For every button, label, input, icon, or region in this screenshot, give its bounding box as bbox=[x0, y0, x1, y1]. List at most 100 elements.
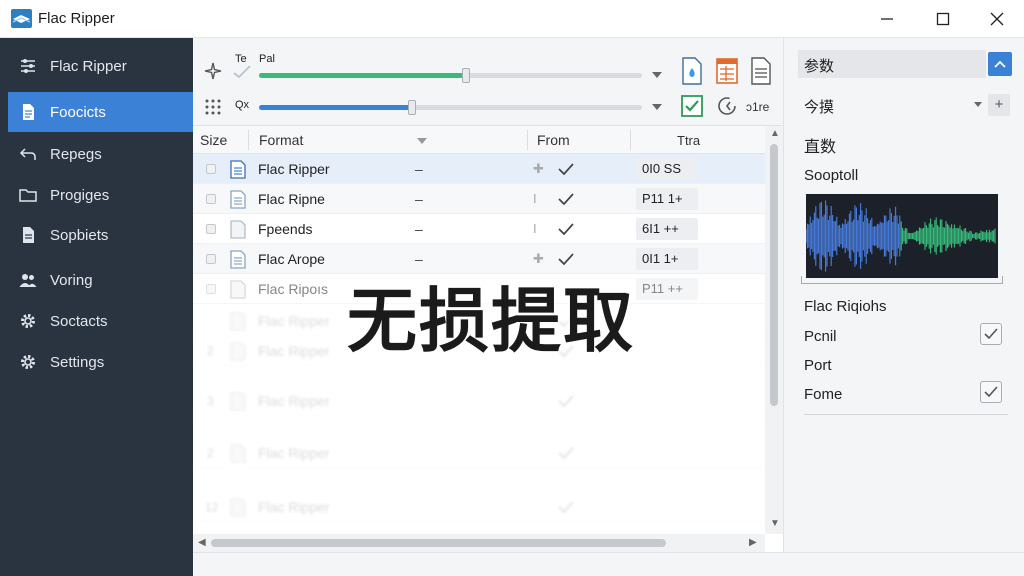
sidebar-item-settings[interactable]: Settings bbox=[8, 342, 193, 382]
sidebar-item-label: Progiges bbox=[50, 186, 110, 204]
option-checkbox[interactable] bbox=[980, 381, 1002, 403]
row-name: Flac Ripper bbox=[258, 393, 330, 409]
option-label: Pcnil bbox=[804, 328, 837, 345]
add-button[interactable]: + bbox=[988, 94, 1010, 116]
row-number: 12 bbox=[205, 500, 219, 514]
blank-file-icon bbox=[230, 220, 246, 239]
back-arrow-icon bbox=[18, 144, 38, 164]
maximize-button[interactable] bbox=[920, 4, 966, 34]
notes-button[interactable] bbox=[748, 56, 774, 86]
table-row[interactable]: 3 Flac Ripper bbox=[193, 386, 765, 416]
scroll-up-icon[interactable]: ▲ bbox=[770, 128, 780, 139]
row-checkbox[interactable] bbox=[206, 254, 216, 264]
flac-file-icon bbox=[230, 250, 246, 269]
chevron-down-icon[interactable] bbox=[652, 104, 662, 110]
refresh-icon bbox=[718, 97, 736, 115]
chevron-down-icon[interactable] bbox=[652, 72, 662, 78]
overlay-caption: 无损提取 bbox=[347, 280, 635, 362]
page-icon bbox=[18, 225, 38, 245]
scroll-left-icon[interactable]: ◀ bbox=[198, 537, 206, 548]
waveform-scale bbox=[801, 276, 1003, 284]
chevron-down-icon[interactable] bbox=[974, 102, 982, 107]
sidebar-item-label: Voring bbox=[50, 271, 93, 289]
collapse-button[interactable] bbox=[988, 52, 1012, 76]
spreadsheet-button[interactable] bbox=[714, 56, 740, 86]
sidebar-item-flac-ripper[interactable]: Flac Ripper bbox=[8, 46, 193, 86]
waveform-view[interactable] bbox=[806, 194, 998, 278]
maximize-icon bbox=[936, 12, 950, 26]
row-format: – bbox=[415, 221, 423, 237]
option-label: Port bbox=[804, 357, 832, 374]
column-header-extra[interactable]: Ttra bbox=[677, 133, 700, 148]
row-name: Flac Ripper bbox=[258, 343, 330, 359]
table-row[interactable]: Flac Ripne – I P11 1+ bbox=[193, 184, 765, 214]
window-title: Flac Ripper bbox=[38, 10, 115, 27]
scroll-down-icon[interactable]: ▼ bbox=[770, 518, 780, 529]
sidebar-item-label: Flac Ripper bbox=[50, 57, 127, 75]
column-divider[interactable] bbox=[248, 130, 249, 150]
sidebar-item-voring[interactable]: Voring bbox=[8, 260, 193, 300]
panel-header: 参数 bbox=[798, 50, 986, 78]
sidebar-item-label: Sopbiets bbox=[50, 226, 109, 244]
row-checkbox[interactable] bbox=[206, 284, 216, 294]
column-divider[interactable] bbox=[527, 130, 528, 150]
blank-file-icon bbox=[230, 280, 246, 299]
blue-slider-thumb[interactable] bbox=[408, 100, 416, 115]
check-mark-icon bbox=[984, 386, 998, 398]
table-row[interactable]: 2 Flac Ripper bbox=[193, 438, 765, 468]
column-header-size[interactable]: Size bbox=[200, 132, 227, 148]
vertical-scroll-thumb[interactable] bbox=[770, 144, 778, 406]
horizontal-scroll-thumb[interactable] bbox=[211, 539, 666, 547]
sidebar-item-label: Foocicts bbox=[50, 103, 106, 121]
check-mark-icon bbox=[558, 223, 574, 236]
table-row[interactable]: Fpeends – I 6I1 ++ bbox=[193, 214, 765, 244]
column-header-from[interactable]: From bbox=[537, 132, 570, 148]
source-pin-icon: ✚ bbox=[533, 161, 544, 176]
table-row[interactable]: Flac Arope – ✚ 0I1 1+ bbox=[193, 244, 765, 274]
horizontal-scrollbar[interactable]: ◀ ▶ bbox=[193, 534, 765, 552]
spreadsheet-icon bbox=[716, 58, 738, 84]
refresh-button[interactable] bbox=[714, 91, 740, 121]
sidebar-item-label: Repegs bbox=[50, 145, 102, 163]
row-checkbox[interactable] bbox=[206, 194, 216, 204]
properties-panel: 参数 今摸 + 直数 Sooptoll Flac Riqiohs Pcnil P… bbox=[783, 38, 1024, 552]
scroll-right-icon[interactable]: ▶ bbox=[749, 537, 757, 548]
table-row[interactable]: 12 Flac Ripper bbox=[193, 492, 765, 522]
drop-file-button[interactable] bbox=[679, 56, 705, 86]
close-button[interactable] bbox=[974, 4, 1020, 34]
blank-file-icon bbox=[230, 392, 246, 411]
row-number: 3 bbox=[207, 394, 214, 408]
check-mark-icon bbox=[558, 395, 574, 408]
row-number: 2 bbox=[207, 344, 214, 358]
sidebar-item-sopbiets[interactable]: Sopbiets bbox=[8, 215, 193, 255]
gear-icon bbox=[18, 311, 38, 331]
green-slider-thumb[interactable] bbox=[462, 68, 470, 83]
sidebar: Flac Ripper Foocicts Repegs Progiges Sop… bbox=[0, 38, 193, 576]
sliders-icon bbox=[18, 56, 38, 76]
app-logo-icon bbox=[11, 9, 32, 28]
option-checkbox[interactable] bbox=[980, 323, 1002, 345]
magic-wand-icon[interactable] bbox=[203, 61, 223, 81]
sidebar-item-progiges[interactable]: Progiges bbox=[8, 175, 193, 215]
minimize-button[interactable] bbox=[864, 4, 910, 34]
grid-dots-icon[interactable] bbox=[203, 97, 223, 117]
sidebar-item-foocicts[interactable]: Foocicts bbox=[8, 92, 193, 132]
vertical-scrollbar[interactable]: ▲ ▼ bbox=[765, 126, 783, 534]
column-header-format[interactable]: Format bbox=[259, 132, 303, 148]
column-divider[interactable] bbox=[630, 130, 631, 150]
table-row[interactable]: Flac Ripper – ✚ 0I0 SS bbox=[193, 154, 765, 184]
green-slider-fill bbox=[259, 73, 466, 78]
row-checkbox[interactable] bbox=[206, 164, 216, 174]
check-mark-icon bbox=[558, 163, 574, 176]
sidebar-item-label: Soctacts bbox=[50, 312, 108, 330]
sidebar-item-soctacts[interactable]: Soctacts bbox=[8, 301, 193, 341]
row-checkbox[interactable] bbox=[206, 224, 216, 234]
blank-file-icon bbox=[230, 444, 246, 463]
sidebar-item-repegs[interactable]: Repegs bbox=[8, 134, 193, 174]
green-slider-track[interactable] bbox=[259, 73, 642, 78]
sort-arrow-icon[interactable] bbox=[417, 138, 427, 144]
divider bbox=[804, 414, 1008, 415]
row-extra: 6I1 ++ bbox=[636, 218, 698, 240]
confirm-button[interactable] bbox=[679, 91, 705, 121]
blue-slider-track[interactable] bbox=[259, 105, 642, 110]
